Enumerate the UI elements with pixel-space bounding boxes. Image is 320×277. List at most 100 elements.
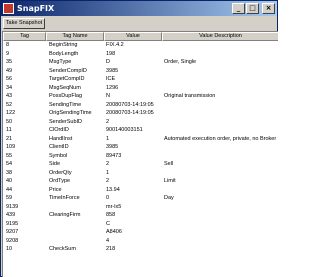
tag-name-cell: CheckSum [49, 246, 76, 252]
column-header-value[interactable]: Value [104, 32, 162, 41]
table-row[interactable]: 10 CheckSum 218 [3, 245, 278, 254]
table-row[interactable]: 59 TimeInForce 0 Day [3, 194, 278, 203]
value-cell: 4 [106, 237, 110, 244]
tag-name-cell: ClearingFirm [49, 212, 81, 218]
description-cell [162, 152, 278, 161]
description-cell [162, 101, 278, 110]
tag-cell: 9139 [6, 203, 19, 210]
title-bar[interactable]: SnapFIX _ □ × [1, 1, 277, 16]
value-cell: C [106, 220, 110, 227]
value-cell: 3985 [106, 144, 119, 150]
grid-rows: 8 BeginString FIX.4.2 9 BodyLength 198 35 MsgTy… [3, 41, 278, 254]
tag-name-cell: SendingTime [49, 101, 82, 108]
description-cell: Sell [164, 161, 174, 167]
description-cell [162, 169, 278, 178]
value-cell: 3985 [106, 67, 119, 74]
table-row[interactable]: 122 OrigSendingTime 20080703-14:19:05 [3, 109, 278, 118]
table-row[interactable]: 55 Symbol 89473 [3, 152, 278, 161]
tag-cell: 44 [6, 186, 13, 193]
window-title: SnapFIX [17, 4, 55, 13]
table-row[interactable]: 439 ClearingFirm 858 [3, 211, 278, 220]
description-cell: Original transmission [164, 93, 216, 99]
description-cell [162, 220, 278, 229]
description-cell: Order, Single [164, 59, 197, 65]
tag-cell: 21 [6, 135, 13, 142]
take-snapshot-button[interactable]: Take Snapshot [3, 18, 45, 29]
table-row[interactable]: 54 Side 2 Sell [3, 160, 278, 169]
column-header-value-description[interactable]: Value Description [162, 32, 278, 41]
tag-name-cell [46, 237, 104, 246]
tag-cell: 56 [6, 76, 13, 82]
description-cell [162, 143, 278, 152]
value-cell: 2 [106, 178, 110, 184]
table-row[interactable]: 49 SenderCompID 3985 [3, 67, 278, 76]
value-cell: 13.94 [106, 186, 120, 193]
table-row[interactable]: 9207 A8406 [3, 228, 278, 237]
tag-name-cell: HandlInst [49, 135, 73, 142]
table-row[interactable]: 9195 C [3, 220, 278, 229]
description-cell [162, 109, 278, 118]
tag-cell: 122 [6, 110, 16, 116]
app-icon [3, 3, 14, 14]
description-cell [162, 203, 278, 212]
table-row[interactable]: 21 HandlInst 1 Automated execution order, p… [3, 135, 278, 144]
tag-name-cell: BodyLength [49, 50, 79, 57]
tag-cell: 9195 [6, 220, 19, 227]
table-row[interactable]: 40 OrdType 2 Limit [3, 177, 278, 186]
minimize-button[interactable]: _ [232, 3, 245, 14]
table-row[interactable]: 11 ClOrdID 900140003151 [3, 126, 278, 135]
value-cell: D [106, 59, 110, 65]
description-cell [162, 211, 278, 220]
table-row[interactable]: 8 BeginString FIX.4.2 [3, 41, 278, 50]
table-row[interactable]: 34 MsgSeqNum 1296 [3, 84, 278, 93]
close-button[interactable]: × [262, 3, 275, 14]
value-cell: FIX.4.2 [106, 42, 124, 48]
description-cell [162, 245, 278, 254]
table-row[interactable]: 35 MsgType D Order, Single [3, 58, 278, 67]
tag-cell: 49 [6, 67, 13, 74]
table-row[interactable]: 9139 mr-lx5 [3, 203, 278, 212]
tag-name-cell [46, 228, 104, 237]
description-cell [162, 118, 278, 127]
value-cell: 20080703-14:19:05 [106, 101, 154, 108]
description-cell [162, 41, 278, 50]
value-cell: N [106, 93, 110, 99]
value-cell: 20080703-14:19:05 [106, 110, 154, 116]
description-cell: Limit [164, 178, 176, 184]
tag-name-cell: OrigSendingTime [49, 110, 92, 116]
tag-name-cell: ClientID [49, 144, 69, 150]
tag-name-cell: SenderCompID [49, 67, 87, 74]
table-row[interactable]: 38 OrderQty 1 [3, 169, 278, 178]
table-row[interactable]: 9208 4 [3, 237, 278, 246]
tag-cell: 35 [6, 59, 13, 65]
tag-cell: 439 [6, 212, 16, 218]
tag-cell: 43 [6, 93, 13, 99]
tag-name-cell: MsgType [49, 59, 72, 65]
description-cell [162, 126, 278, 135]
value-cell: 1296 [106, 84, 119, 91]
column-header-tag[interactable]: Tag [3, 32, 46, 41]
column-header-tag-name[interactable]: Tag Name [46, 32, 104, 41]
value-cell: 900140003151 [106, 127, 143, 133]
table-row[interactable]: 109 ClientID 3985 [3, 143, 278, 152]
tag-name-cell: SenderSubID [49, 118, 83, 125]
value-cell: 0 [106, 195, 110, 201]
tag-cell: 52 [6, 101, 13, 108]
table-row[interactable]: 44 Price 13.94 [3, 186, 278, 195]
table-row[interactable]: 52 SendingTime 20080703-14:19:05 [3, 101, 278, 110]
tag-name-cell [46, 203, 104, 212]
value-cell: 858 [106, 212, 116, 218]
value-cell: mr-lx5 [106, 203, 122, 210]
tag-name-cell: OrdType [49, 178, 71, 184]
fix-message-grid[interactable]: Tag Tag Name Value Value Description 8 Be… [2, 31, 278, 277]
table-row[interactable]: 43 PossDupFlag N Original transmission [3, 92, 278, 101]
description-cell: Automated execution order, private, no B… [164, 135, 278, 142]
value-cell: 2 [106, 161, 110, 167]
tag-cell: 38 [6, 169, 13, 176]
table-row[interactable]: 9 BodyLength 198 [3, 50, 278, 59]
maximize-button[interactable]: □ [246, 3, 259, 14]
tag-cell: 8 [6, 42, 10, 48]
table-row[interactable]: 50 SenderSubID 2 [3, 118, 278, 127]
table-row[interactable]: 56 TargetCompID ICE [3, 75, 278, 84]
tag-name-cell: OrderQty [49, 169, 72, 176]
